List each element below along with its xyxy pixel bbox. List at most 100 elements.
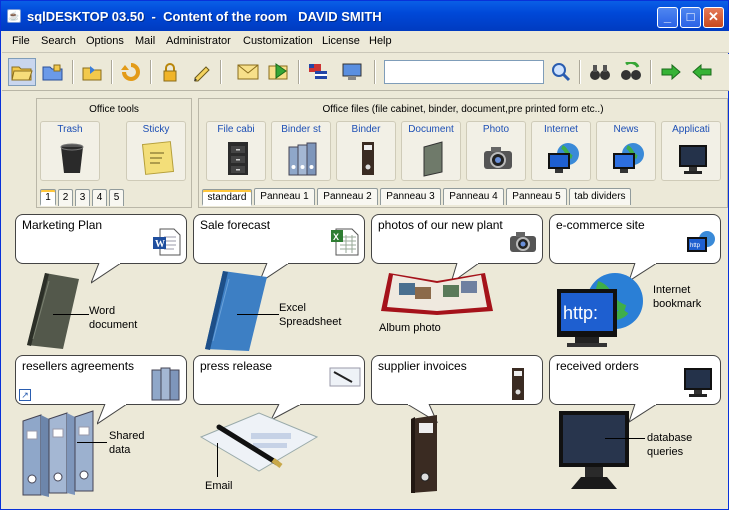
tab-panneau-3[interactable]: Panneau 3 [380, 188, 441, 205]
file-cabinet-label: File cabi [217, 124, 255, 135]
menu-help[interactable]: Help [369, 35, 392, 47]
screen-icon[interactable] [338, 58, 366, 86]
tab-panneau-5[interactable]: Panneau 5 [506, 188, 567, 205]
application-label: Applicati [672, 124, 710, 135]
flags-icon[interactable] [304, 58, 332, 86]
menu-mail[interactable]: Mail [135, 35, 155, 47]
tab-standard[interactable]: standard [202, 189, 252, 206]
menu-search[interactable]: Search [41, 35, 76, 47]
card-plant-photos[interactable]: photos of our new plant [371, 214, 543, 264]
trash-tool[interactable]: Trash [40, 121, 100, 181]
sticky-tool[interactable]: Sticky [126, 121, 186, 181]
card-marketing-plan[interactable]: Marketing Plan W [15, 214, 187, 264]
card-press-release[interactable]: press release [193, 355, 365, 405]
tools-page-1[interactable]: 1 [40, 189, 56, 206]
document-icon [423, 141, 443, 177]
trash-icon [60, 143, 84, 173]
card-title: e-commerce site [556, 218, 645, 232]
search-input[interactable] [384, 60, 544, 84]
shared-binders-icon[interactable] [21, 409, 101, 499]
tools-page-5[interactable]: 5 [109, 189, 124, 206]
menu-customization[interactable]: Customization [243, 35, 313, 47]
lock-icon[interactable] [156, 58, 184, 86]
tools-page-2[interactable]: 2 [58, 189, 73, 206]
arrow-left-icon[interactable] [688, 58, 716, 86]
card-caption: Email [205, 480, 233, 492]
new-folder-icon[interactable] [39, 58, 67, 86]
arrow-right-icon[interactable] [657, 58, 685, 86]
binder-stack-label: Binder st [281, 124, 321, 135]
card-caption: Album photo [379, 322, 441, 334]
monitor-icon [684, 368, 712, 397]
card-caption: Internet bookmark [653, 284, 702, 310]
menu-administrator[interactable]: Administrator [166, 35, 231, 47]
search-next-icon[interactable] [617, 58, 645, 86]
word-folder-icon[interactable] [21, 269, 83, 351]
leader-line [77, 442, 107, 443]
shortcut-arrow-icon: ↗ [19, 389, 31, 401]
news-tool[interactable]: News [596, 121, 656, 181]
sticky-label: Sticky [142, 124, 170, 135]
leader-line [605, 438, 645, 439]
refresh-icon[interactable] [117, 58, 145, 86]
minimize-button[interactable]: _ [657, 7, 678, 28]
menu-options[interactable]: Options [86, 35, 124, 47]
binders-icon [151, 367, 180, 401]
news-icon [613, 143, 644, 173]
internet-icon [548, 143, 579, 173]
tab-panneau-2[interactable]: Panneau 2 [317, 188, 378, 205]
close-button[interactable]: ✕ [703, 7, 724, 28]
card-title: supplier invoices [378, 359, 467, 373]
binder-tool[interactable]: Binder [336, 121, 396, 181]
invoices-binder-icon[interactable] [407, 413, 443, 495]
menu-license[interactable]: License [322, 35, 360, 47]
tools-page-3[interactable]: 3 [75, 189, 90, 206]
envelope-pen-icon [329, 367, 361, 387]
http-monitor-icon: http [687, 231, 715, 252]
open-folder-icon[interactable] [8, 58, 36, 86]
tab-panneau-1[interactable]: Panneau 1 [254, 188, 315, 205]
card-pointer [97, 404, 128, 425]
card-title: photos of our new plant [378, 218, 503, 232]
internet-tool[interactable]: Internet [531, 121, 591, 181]
menu-file[interactable]: File [12, 35, 30, 47]
card-received-orders[interactable]: received orders [549, 355, 721, 405]
title-bar[interactable]: ☕ sqlDESKTOP 03.50 - Content of the room… [1, 1, 728, 31]
card-caption: database queries [647, 432, 693, 458]
search-icon[interactable] [547, 58, 575, 86]
card-sale-forecast[interactable]: Sale forecast X [193, 214, 365, 264]
excel-folder-icon[interactable] [201, 267, 273, 353]
internet-label: Internet [544, 124, 578, 135]
tools-page-4[interactable]: 4 [92, 189, 107, 206]
application-tool[interactable]: Applicati [661, 121, 721, 181]
maximize-button[interactable]: □ [680, 7, 701, 28]
move-folder-icon[interactable] [78, 58, 106, 86]
leader-line [53, 314, 89, 315]
card-supplier-invoices[interactable]: supplier invoices [371, 355, 543, 405]
monitor-icon [679, 145, 707, 174]
database-monitor-icon[interactable] [557, 409, 637, 493]
card-resellers-agreements[interactable]: resellers agreements ↗ [15, 355, 187, 405]
card-caption: Word document [89, 305, 138, 331]
send-mail-icon[interactable] [265, 58, 293, 86]
toolbar [2, 54, 729, 91]
mail-icon[interactable] [234, 58, 262, 86]
document-tool[interactable]: Document [401, 121, 461, 181]
tab-dividers[interactable]: tab dividers [569, 188, 631, 205]
binder-icon [362, 142, 374, 175]
card-title: resellers agreements [22, 359, 135, 373]
file-cabinet-tool[interactable]: File cabi [206, 121, 266, 181]
tab-panneau-4[interactable]: Panneau 4 [443, 188, 504, 205]
photo-album-icon[interactable] [379, 267, 495, 317]
java-app-icon[interactable]: ☕ [7, 9, 21, 23]
pencil-icon[interactable] [187, 58, 215, 86]
binder-stack-tool[interactable]: Binder st [271, 121, 331, 181]
card-e-commerce-site[interactable]: e-commerce site http [549, 214, 721, 264]
photo-tool[interactable]: Photo [466, 121, 526, 181]
http-bookmark-icon[interactable]: http: [555, 271, 645, 349]
document-label: Document [408, 124, 454, 135]
card-caption: Excel Spreadsheet [279, 302, 342, 328]
camera-icon [484, 147, 512, 169]
binoculars-icon[interactable] [586, 58, 614, 86]
card-title: received orders [556, 359, 639, 373]
